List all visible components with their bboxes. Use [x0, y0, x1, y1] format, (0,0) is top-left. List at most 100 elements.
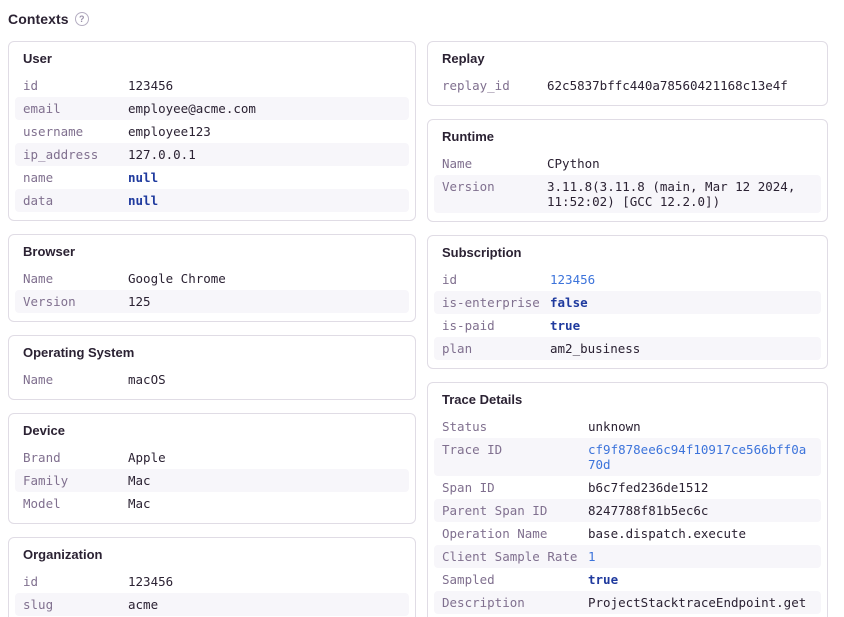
- context-key: Model: [23, 496, 128, 511]
- card-title: Subscription: [434, 244, 821, 261]
- context-key: Client Sample Rate: [442, 549, 588, 564]
- context-key: ip_address: [23, 147, 128, 162]
- card-rows: Name macOS: [15, 368, 409, 391]
- card-rows: id 123456 email employee@acme.com userna…: [15, 74, 409, 212]
- context-row: slug acme: [15, 593, 409, 616]
- context-row: is-enterprise false: [434, 291, 821, 314]
- trace-id-link[interactable]: cf9f878ee6c94f10917ce566bff0a70d: [588, 442, 813, 472]
- context-value: acme: [128, 597, 401, 612]
- context-value: macOS: [128, 372, 401, 387]
- context-key: Version: [23, 294, 128, 309]
- card-rows: Name Google Chrome Version 125: [15, 267, 409, 313]
- context-card: Browser Name Google Chrome Version 125: [8, 234, 416, 322]
- context-card: Runtime Name CPython Version 3.11.8(3.11…: [427, 119, 828, 222]
- context-value: Apple: [128, 450, 401, 465]
- card-title: Runtime: [434, 128, 821, 145]
- context-row: Name CPython: [434, 152, 821, 175]
- card-title: Device: [15, 422, 409, 439]
- card-rows: id 123456 slug acme: [15, 570, 409, 616]
- context-row: Description ProjectStacktraceEndpoint.ge…: [434, 591, 821, 614]
- context-row: Name macOS: [15, 368, 409, 391]
- card-title: Browser: [15, 243, 409, 260]
- context-key: Span ID: [442, 480, 588, 495]
- context-row: Family Mac: [15, 469, 409, 492]
- section-title: Contexts: [8, 11, 69, 27]
- context-row: id 123456: [434, 268, 821, 291]
- card-rows: replay_id 62c5837bffc440a78560421168c13e…: [434, 74, 821, 97]
- context-card: Subscription id 123456 is-enterprise fal…: [427, 235, 828, 369]
- context-card: User id 123456 email employee@acme.com u…: [8, 41, 416, 221]
- card-rows: id 123456 is-enterprise false is-paid tr…: [434, 268, 821, 360]
- help-icon[interactable]: ?: [75, 12, 89, 26]
- context-key: Description: [442, 595, 588, 610]
- context-value: base.dispatch.execute: [588, 526, 813, 541]
- context-key: Brand: [23, 450, 128, 465]
- context-value: 125: [128, 294, 401, 309]
- context-key: is-enterprise: [442, 295, 550, 310]
- context-row: data null: [15, 189, 409, 212]
- context-row: Version 3.11.8(3.11.8 (main, Mar 12 2024…: [434, 175, 821, 213]
- context-key: Status: [442, 419, 588, 434]
- context-row: Brand Apple: [15, 446, 409, 469]
- card-title: Operating System: [15, 344, 409, 361]
- left-column: User id 123456 email employee@acme.com u…: [8, 41, 416, 617]
- context-value: unknown: [588, 419, 813, 434]
- context-value: 123456: [128, 78, 401, 93]
- context-key: replay_id: [442, 78, 547, 93]
- context-value: employee123: [128, 124, 401, 139]
- context-value: 3.11.8(3.11.8 (main, Mar 12 2024, 11:52:…: [547, 179, 813, 209]
- context-value: true: [550, 318, 813, 333]
- card-title: Organization: [15, 546, 409, 563]
- context-row: Client Sample Rate 1: [434, 545, 821, 568]
- context-value: false: [550, 295, 813, 310]
- context-value: 8247788f81b5ec6c: [588, 503, 813, 518]
- context-value: am2_business: [550, 341, 813, 356]
- context-value: b6c7fed236de1512: [588, 480, 813, 495]
- context-row: is-paid true: [434, 314, 821, 337]
- card-title: Replay: [434, 50, 821, 67]
- context-row: replay_id 62c5837bffc440a78560421168c13e…: [434, 74, 821, 97]
- context-key: id: [23, 78, 128, 93]
- context-key: id: [23, 574, 128, 589]
- context-card: Organization id 123456 slug acme: [8, 537, 416, 617]
- context-key: plan: [442, 341, 550, 356]
- context-value: Mac: [128, 473, 401, 488]
- card-rows: Status unknown Trace ID cf9f878ee6c94f10…: [434, 415, 821, 614]
- context-key: Name: [442, 156, 547, 171]
- card-rows: Name CPython Version 3.11.8(3.11.8 (main…: [434, 152, 821, 213]
- context-row: Status unknown: [434, 415, 821, 438]
- context-key: Name: [23, 271, 128, 286]
- card-title: Trace Details: [434, 391, 821, 408]
- context-key: Parent Span ID: [442, 503, 588, 518]
- context-value: null: [128, 170, 401, 185]
- context-card: Device Brand Apple Family Mac Model Mac: [8, 413, 416, 524]
- context-key: email: [23, 101, 128, 116]
- context-key: name: [23, 170, 128, 185]
- context-row: Operation Name base.dispatch.execute: [434, 522, 821, 545]
- context-value: 123456: [128, 574, 401, 589]
- context-key: Sampled: [442, 572, 588, 587]
- context-row: ip_address 127.0.0.1: [15, 143, 409, 166]
- context-value: 1: [588, 549, 813, 564]
- context-value: 127.0.0.1: [128, 147, 401, 162]
- context-columns: User id 123456 email employee@acme.com u…: [8, 41, 828, 617]
- card-title: User: [15, 50, 409, 67]
- context-key: Name: [23, 372, 128, 387]
- context-row: Trace ID cf9f878ee6c94f10917ce566bff0a70…: [434, 438, 821, 476]
- right-column: Replay replay_id 62c5837bffc440a78560421…: [427, 41, 828, 617]
- context-row: id 123456: [15, 570, 409, 593]
- context-row: id 123456: [15, 74, 409, 97]
- context-row: Parent Span ID 8247788f81b5ec6c: [434, 499, 821, 522]
- context-value: true: [588, 572, 813, 587]
- context-value: CPython: [547, 156, 813, 171]
- contexts-section: Contexts ? User id 123456 email employee…: [0, 0, 844, 617]
- card-rows: Brand Apple Family Mac Model Mac: [15, 446, 409, 515]
- context-value: employee@acme.com: [128, 101, 401, 116]
- context-card: Operating System Name macOS: [8, 335, 416, 400]
- context-key: username: [23, 124, 128, 139]
- context-row: Version 125: [15, 290, 409, 313]
- context-key: slug: [23, 597, 128, 612]
- context-key: id: [442, 272, 550, 287]
- context-value: 62c5837bffc440a78560421168c13e4f: [547, 78, 813, 93]
- context-value: Mac: [128, 496, 401, 511]
